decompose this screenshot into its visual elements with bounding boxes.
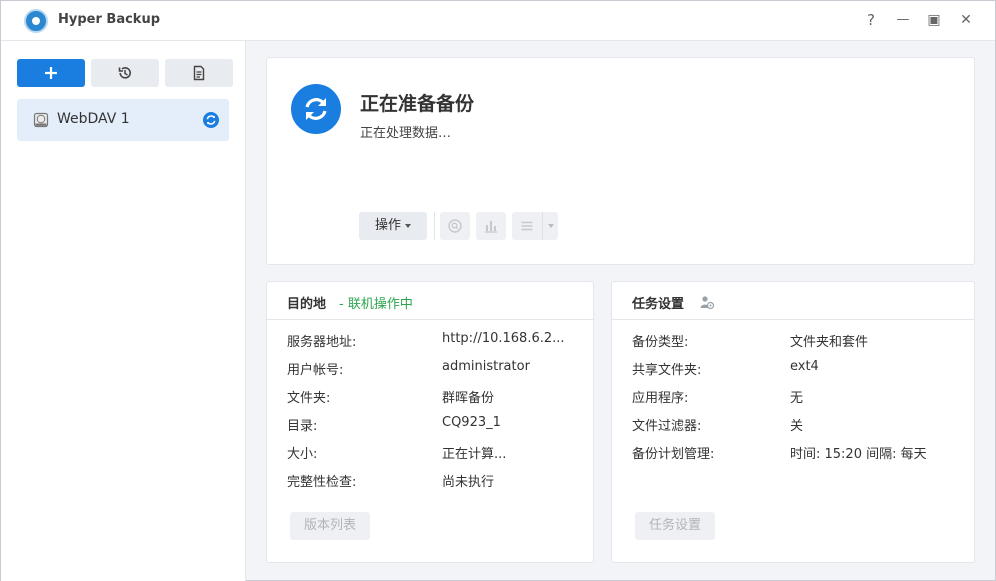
browse-button[interactable] [440,212,470,240]
row-key: 共享文件夹: [632,363,702,378]
row-key: 大小: [287,447,318,462]
destination-title: 目的地 [287,297,327,312]
sync-status-icon [291,84,341,134]
row-value: 群晖备份 [442,391,495,406]
operations-label: 操作 [374,218,401,233]
row-value: 文件夹和套件 [790,335,869,350]
list-menu-icon [521,221,533,231]
sidebar-item-webdav[interactable]: WebDAV 1 [17,99,229,141]
caret-down-icon [405,223,411,228]
more-menu-button[interactable] [512,212,542,240]
row-key: 目录: [287,419,318,434]
row-key: 文件过滤器: [632,419,702,434]
title-bar: Hyper Backup ? — ▣ ✕ [1,1,995,41]
version-list-button[interactable]: 版本列表 [290,512,370,540]
row-key: 备份计划管理: [632,447,715,462]
minimize-button[interactable]: — [892,9,914,31]
document-icon [193,65,205,81]
row-value: 无 [790,391,804,406]
row-key: 完整性检查: [287,475,357,490]
row-value: CQ923_1 [442,415,501,430]
status-subtitle: 正在处理数据… [360,126,452,141]
bar-chart-icon [485,221,497,233]
more-menu-dropdown-button[interactable] [542,212,558,240]
row-value: 时间: 15:20 间隔: 每天 [790,447,927,462]
browse-icon [448,219,462,233]
row-value: 关 [790,419,804,434]
sync-icon [203,112,219,128]
restore-button[interactable] [91,59,159,87]
hard-disk-icon [33,112,49,128]
status-title: 正在准备备份 [360,93,475,115]
row-value: 尚未执行 [442,475,495,490]
app-title: Hyper Backup [58,12,161,27]
task-settings-button[interactable]: 任务设置 [635,512,715,540]
sidebar: WebDAV 1 [1,41,246,581]
hyper-backup-window: Hyper Backup ? — ▣ ✕ WebDAV 1 正在准备备份 正在处… [0,0,996,581]
task-settings-title: 任务设置 [632,297,685,312]
statistics-button[interactable] [476,212,506,240]
add-task-button[interactable] [17,59,85,87]
toolbar-divider [434,212,435,240]
row-value: administrator [442,359,530,374]
log-button[interactable] [165,59,233,87]
row-key: 文件夹: [287,391,331,406]
help-button[interactable]: ? [860,9,882,31]
hyper-backup-icon [24,9,48,33]
destination-card: 目的地 - 联机操作中 服务器地址: http://10.168.6.2... 用… [266,281,594,563]
task-settings-card: 任务设置 备份类型: 文件夹和套件 共享文件夹: ext4 应用程序: 无 文件过滤器… [611,281,975,563]
operations-dropdown-button[interactable]: 操作 [359,212,427,240]
row-key: 服务器地址: [287,335,357,350]
row-key: 应用程序: [632,391,689,406]
maximize-button[interactable]: ▣ [923,9,945,31]
restore-icon [118,67,131,79]
row-key: 用户帐号: [287,363,344,378]
row-value: ext4 [790,359,819,374]
plus-icon [45,67,57,79]
sidebar-item-label: WebDAV 1 [57,111,130,127]
row-value: http://10.168.6.2... [442,331,565,346]
row-key: 备份类型: [632,335,689,350]
user-settings-icon[interactable] [700,295,714,309]
task-settings-header: 任务设置 [612,282,974,320]
close-button[interactable]: ✕ [955,9,977,31]
backup-status-panel: 正在准备备份 正在处理数据… 操作 [266,57,975,265]
destination-header: 目的地 - 联机操作中 [267,282,593,320]
destination-status: - 联机操作中 [339,297,413,312]
row-value: 正在计算... [442,447,507,462]
